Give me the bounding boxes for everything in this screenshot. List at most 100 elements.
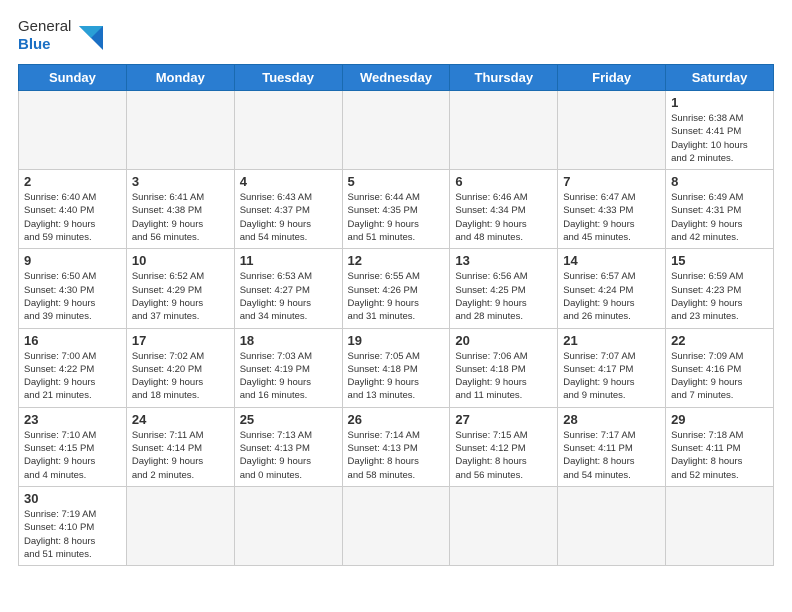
- week-row-4: 16 Sunrise: 7:00 AMSunset: 4:22 PMDayligh…: [19, 328, 774, 407]
- day-cell: 11Sunrise: 6:53 AMSunset: 4:27 PMDayligh…: [234, 249, 342, 328]
- day-cell: 15 Sunrise: 6:59 AMSunset: 4:23 PMDayligh…: [666, 249, 774, 328]
- day-info: Sunrise: 6:53 AMSunset: 4:27 PMDaylight:…: [240, 270, 337, 323]
- day-info: Sunrise: 6:40 AMSunset: 4:40 PMDaylight:…: [24, 191, 121, 244]
- day-number: 9: [24, 253, 121, 268]
- day-number: 13: [455, 253, 552, 268]
- day-info: Sunrise: 6:52 AMSunset: 4:29 PMDaylight:…: [132, 270, 229, 323]
- day-number: 28: [563, 412, 660, 427]
- day-cell: 22Sunrise: 7:09 AMSunset: 4:16 PMDayligh…: [666, 328, 774, 407]
- day-number: 15: [671, 253, 768, 268]
- day-info: Sunrise: 6:38 AMSunset: 4:41 PMDaylight:…: [671, 112, 768, 165]
- day-cell: 1 Sunrise: 6:38 AMSunset: 4:41 PMDaylight…: [666, 91, 774, 170]
- day-number: 17: [132, 333, 229, 348]
- day-number: 16: [24, 333, 121, 348]
- day-number: 8: [671, 174, 768, 189]
- day-cell: 6Sunrise: 6:46 AMSunset: 4:34 PMDaylight…: [450, 170, 558, 249]
- col-header-wednesday: Wednesday: [342, 65, 450, 91]
- day-info: Sunrise: 6:47 AMSunset: 4:33 PMDaylight:…: [563, 191, 660, 244]
- day-cell: [19, 91, 127, 170]
- day-number: 20: [455, 333, 552, 348]
- day-cell: 24 Sunrise: 7:11 AMSunset: 4:14 PMDayligh…: [126, 407, 234, 486]
- day-cell: 14 Sunrise: 6:57 AMSunset: 4:24 PMDayligh…: [558, 249, 666, 328]
- calendar-table: SundayMondayTuesdayWednesdayThursdayFrid…: [18, 64, 774, 566]
- day-cell: [126, 486, 234, 565]
- day-cell: 19 Sunrise: 7:05 AMSunset: 4:18 PMDayligh…: [342, 328, 450, 407]
- col-header-thursday: Thursday: [450, 65, 558, 91]
- day-info: Sunrise: 7:18 AMSunset: 4:11 PMDaylight:…: [671, 429, 768, 482]
- day-info: Sunrise: 7:14 AMSunset: 4:13 PMDaylight:…: [348, 429, 445, 482]
- day-info: Sunrise: 6:56 AMSunset: 4:25 PMDaylight:…: [455, 270, 552, 323]
- day-cell: [342, 91, 450, 170]
- day-cell: 18Sunrise: 7:03 AMSunset: 4:19 PMDayligh…: [234, 328, 342, 407]
- day-info: Sunrise: 6:59 AMSunset: 4:23 PMDaylight:…: [671, 270, 768, 323]
- day-cell: [666, 486, 774, 565]
- logo-triangle-icon: [75, 22, 103, 50]
- day-cell: [234, 486, 342, 565]
- day-number: 1: [671, 95, 768, 110]
- day-cell: 28Sunrise: 7:17 AMSunset: 4:11 PMDayligh…: [558, 407, 666, 486]
- day-cell: 21 Sunrise: 7:07 AMSunset: 4:17 PMDayligh…: [558, 328, 666, 407]
- day-number: 22: [671, 333, 768, 348]
- week-row-2: 2 Sunrise: 6:40 AMSunset: 4:40 PMDaylight…: [19, 170, 774, 249]
- day-cell: [558, 91, 666, 170]
- week-row-5: 23Sunrise: 7:10 AMSunset: 4:15 PMDayligh…: [19, 407, 774, 486]
- day-number: 19: [348, 333, 445, 348]
- day-cell: [558, 486, 666, 565]
- day-cell: [126, 91, 234, 170]
- day-info: Sunrise: 6:41 AMSunset: 4:38 PMDaylight:…: [132, 191, 229, 244]
- day-info: Sunrise: 7:00 AMSunset: 4:22 PMDaylight:…: [24, 350, 121, 403]
- week-row-6: 30 Sunrise: 7:19 AMSunset: 4:10 PMDayligh…: [19, 486, 774, 565]
- day-cell: 13 Sunrise: 6:56 AMSunset: 4:25 PMDayligh…: [450, 249, 558, 328]
- day-info: Sunrise: 7:11 AMSunset: 4:14 PMDaylight:…: [132, 429, 229, 482]
- day-info: Sunrise: 7:07 AMSunset: 4:17 PMDaylight:…: [563, 350, 660, 403]
- day-number: 2: [24, 174, 121, 189]
- day-info: Sunrise: 7:05 AMSunset: 4:18 PMDaylight:…: [348, 350, 445, 403]
- day-info: Sunrise: 6:55 AMSunset: 4:26 PMDaylight:…: [348, 270, 445, 323]
- day-number: 6: [455, 174, 552, 189]
- day-info: Sunrise: 7:19 AMSunset: 4:10 PMDaylight:…: [24, 508, 121, 561]
- day-cell: 20 Sunrise: 7:06 AMSunset: 4:18 PMDayligh…: [450, 328, 558, 407]
- col-header-friday: Friday: [558, 65, 666, 91]
- day-number: 23: [24, 412, 121, 427]
- week-row-3: 9 Sunrise: 6:50 AMSunset: 4:30 PMDaylight…: [19, 249, 774, 328]
- day-cell: 17Sunrise: 7:02 AMSunset: 4:20 PMDayligh…: [126, 328, 234, 407]
- day-info: Sunrise: 6:43 AMSunset: 4:37 PMDaylight:…: [240, 191, 337, 244]
- day-cell: 2 Sunrise: 6:40 AMSunset: 4:40 PMDaylight…: [19, 170, 127, 249]
- day-number: 25: [240, 412, 337, 427]
- day-cell: 27Sunrise: 7:15 AMSunset: 4:12 PMDayligh…: [450, 407, 558, 486]
- day-info: Sunrise: 6:57 AMSunset: 4:24 PMDaylight:…: [563, 270, 660, 323]
- day-cell: 10 Sunrise: 6:52 AMSunset: 4:29 PMDayligh…: [126, 249, 234, 328]
- day-number: 10: [132, 253, 229, 268]
- day-cell: 26Sunrise: 7:14 AMSunset: 4:13 PMDayligh…: [342, 407, 450, 486]
- day-number: 24: [132, 412, 229, 427]
- day-cell: 9 Sunrise: 6:50 AMSunset: 4:30 PMDaylight…: [19, 249, 127, 328]
- day-info: Sunrise: 7:15 AMSunset: 4:12 PMDaylight:…: [455, 429, 552, 482]
- header-row: SundayMondayTuesdayWednesdayThursdayFrid…: [19, 65, 774, 91]
- day-cell: 4Sunrise: 6:43 AMSunset: 4:37 PMDaylight…: [234, 170, 342, 249]
- day-number: 5: [348, 174, 445, 189]
- logo-general-text: General: [18, 18, 71, 36]
- day-cell: [342, 486, 450, 565]
- day-number: 30: [24, 491, 121, 506]
- day-cell: 16 Sunrise: 7:00 AMSunset: 4:22 PMDayligh…: [19, 328, 127, 407]
- day-cell: 23Sunrise: 7:10 AMSunset: 4:15 PMDayligh…: [19, 407, 127, 486]
- col-header-monday: Monday: [126, 65, 234, 91]
- day-number: 29: [671, 412, 768, 427]
- header: General Blue: [18, 18, 774, 54]
- day-cell: 5 Sunrise: 6:44 AMSunset: 4:35 PMDaylight…: [342, 170, 450, 249]
- day-info: Sunrise: 7:06 AMSunset: 4:18 PMDaylight:…: [455, 350, 552, 403]
- day-number: 7: [563, 174, 660, 189]
- day-cell: [234, 91, 342, 170]
- col-header-tuesday: Tuesday: [234, 65, 342, 91]
- logo-blue-text: Blue: [18, 36, 51, 54]
- day-info: Sunrise: 7:13 AMSunset: 4:13 PMDaylight:…: [240, 429, 337, 482]
- day-number: 21: [563, 333, 660, 348]
- day-info: Sunrise: 6:44 AMSunset: 4:35 PMDaylight:…: [348, 191, 445, 244]
- day-number: 14: [563, 253, 660, 268]
- day-cell: 7 Sunrise: 6:47 AMSunset: 4:33 PMDaylight…: [558, 170, 666, 249]
- week-row-1: 1 Sunrise: 6:38 AMSunset: 4:41 PMDaylight…: [19, 91, 774, 170]
- day-info: Sunrise: 6:50 AMSunset: 4:30 PMDaylight:…: [24, 270, 121, 323]
- day-number: 3: [132, 174, 229, 189]
- day-info: Sunrise: 6:49 AMSunset: 4:31 PMDaylight:…: [671, 191, 768, 244]
- day-info: Sunrise: 7:03 AMSunset: 4:19 PMDaylight:…: [240, 350, 337, 403]
